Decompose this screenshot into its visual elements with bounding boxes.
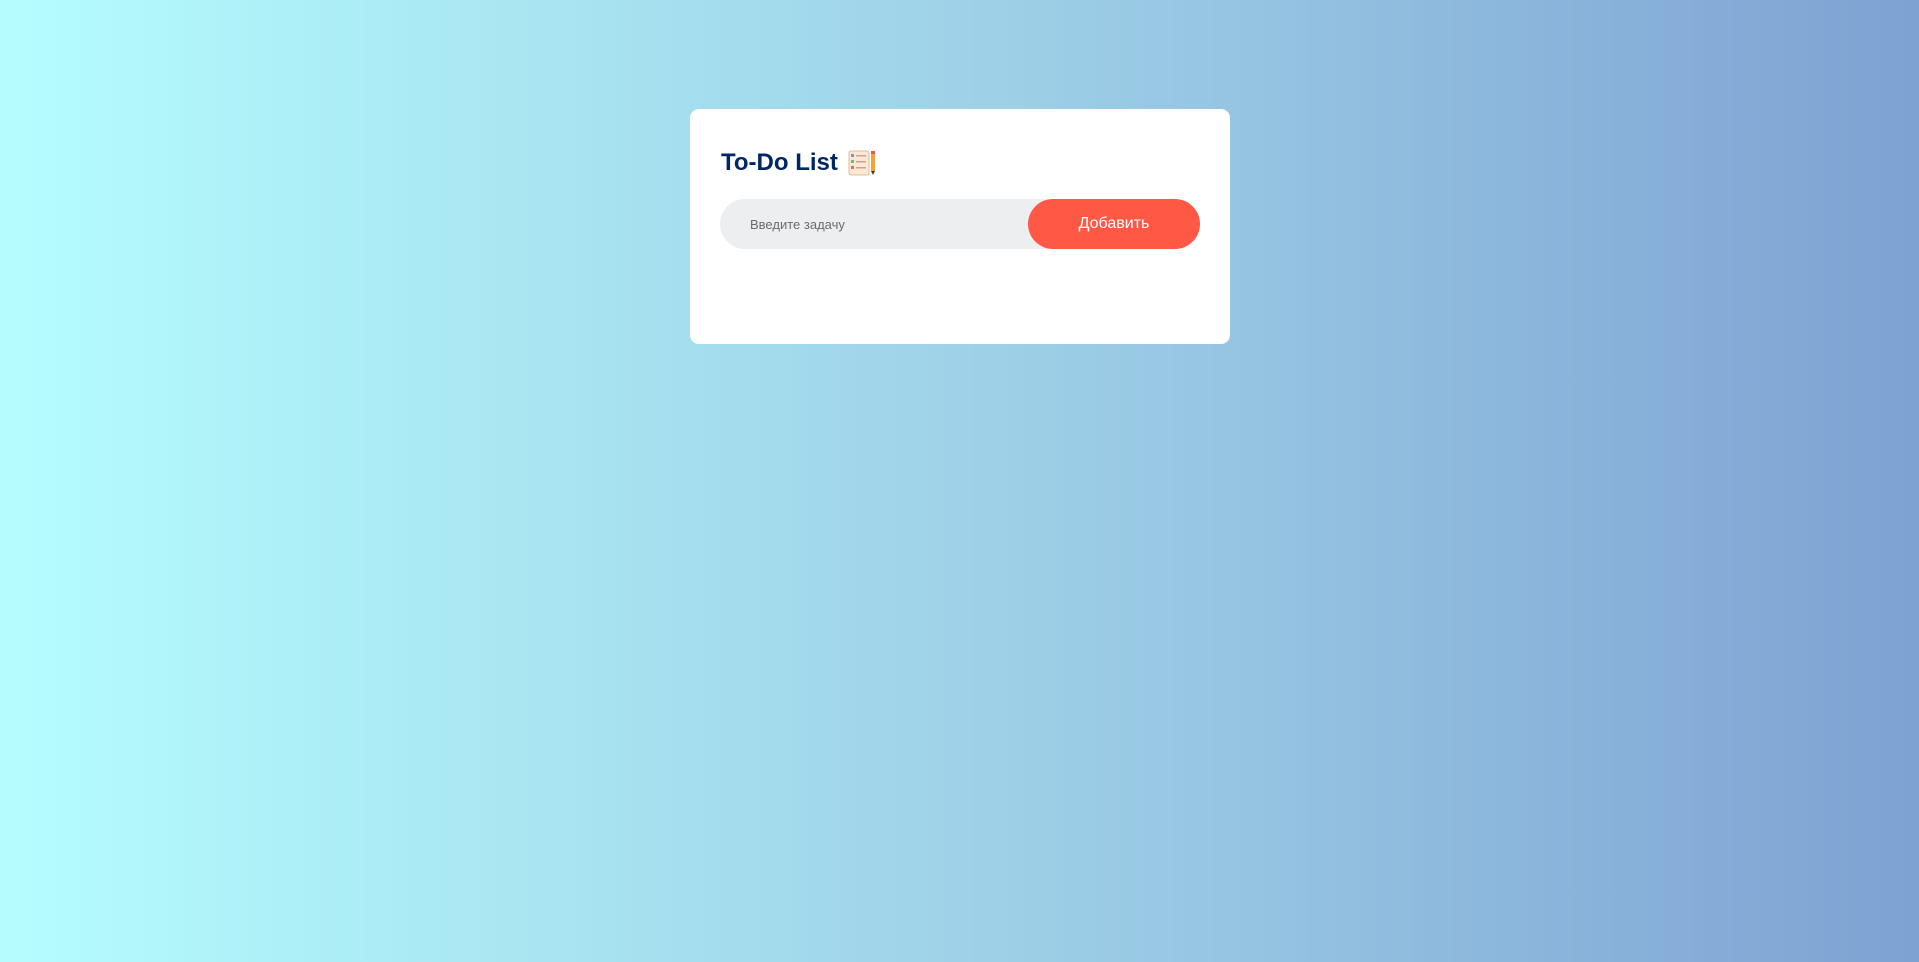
notepad-checklist-icon bbox=[847, 149, 877, 177]
title-row: To-Do List bbox=[721, 149, 877, 177]
app-title: To-Do List bbox=[721, 149, 838, 176]
add-task-button[interactable]: Добавить bbox=[1028, 199, 1200, 249]
task-input[interactable] bbox=[720, 198, 1028, 250]
todo-card: To-Do List Добавить bbox=[690, 109, 1230, 344]
page-background: { "app": { "title": "To-Do List", "title… bbox=[0, 0, 1919, 962]
task-input-row: Добавить bbox=[720, 198, 1200, 250]
